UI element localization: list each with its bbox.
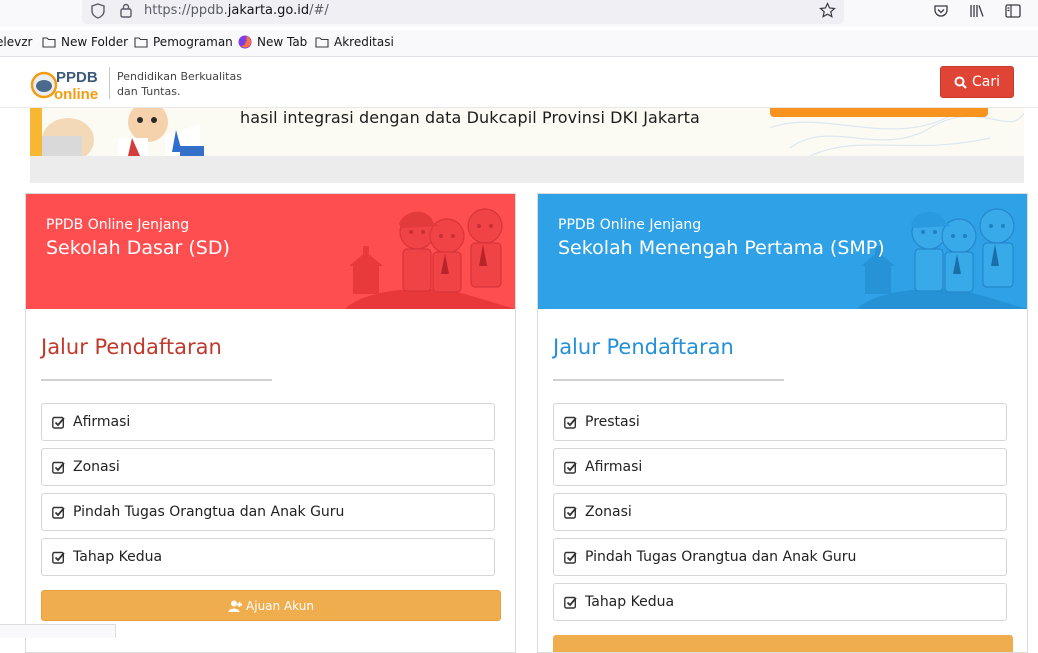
section-title: Jalur Pendaftaran: [41, 335, 222, 359]
library-icon[interactable]: [968, 2, 986, 20]
pocket-icon[interactable]: [932, 2, 950, 20]
banner-button[interactable]: [770, 108, 988, 117]
check-square-icon: [52, 416, 65, 429]
svg-text:PPDB: PPDB: [56, 69, 98, 86]
bookmark-folder[interactable]: Akreditasi: [315, 35, 394, 49]
list-item[interactable]: Pindah Tugas Orangtua dan Anak Guru: [553, 538, 1007, 576]
check-square-icon: [564, 461, 577, 474]
ppdb-online-logo[interactable]: PPDB online: [30, 64, 106, 104]
folder-icon: [134, 37, 148, 48]
tracking-shield-icon[interactable]: [91, 3, 105, 19]
site-header: PPDB online Pendidikan Berkualitas dan T…: [0, 58, 1038, 108]
bookmark-item[interactable]: elevzr: [0, 35, 32, 49]
bookmark-item[interactable]: New Tab: [238, 35, 307, 49]
smp-card: PPDB Online Jenjang Sekolah Menengah Per…: [537, 193, 1028, 653]
smp-card-header: PPDB Online Jenjang Sekolah Menengah Per…: [538, 194, 1027, 309]
info-banner: hasil integrasi dengan data Dukcapil Pro…: [30, 108, 1024, 156]
sidebar-icon[interactable]: [1004, 2, 1022, 20]
card-subtitle: PPDB Online Jenjang: [558, 217, 702, 233]
tagline: Pendidikan Berkualitas dan Tuntas.: [117, 70, 242, 98]
banner-text: hasil integrasi dengan data Dukcapil Pro…: [240, 108, 700, 127]
bookmark-folder[interactable]: Pemograman: [134, 35, 233, 49]
check-square-icon: [52, 551, 65, 564]
check-square-icon: [564, 551, 577, 564]
section-underline: [41, 379, 272, 381]
check-square-icon: [564, 506, 577, 519]
card-subtitle: PPDB Online Jenjang: [46, 217, 190, 233]
sd-card: PPDB Online Jenjang Sekolah Dasar (SD) J…: [25, 193, 516, 653]
section-divider: [30, 156, 1024, 183]
list-item[interactable]: Prestasi: [553, 403, 1007, 441]
add-user-icon: [228, 600, 243, 612]
bookmark-folder[interactable]: New Folder: [42, 35, 128, 49]
search-button[interactable]: Cari: [940, 66, 1014, 98]
registration-path-list: Afirmasi Zonasi Pindah Tugas Orangtua da…: [41, 403, 495, 583]
list-item[interactable]: Tahap Kedua: [553, 583, 1007, 621]
lock-icon[interactable]: [119, 2, 133, 18]
check-square-icon: [564, 416, 577, 429]
list-item[interactable]: Zonasi: [553, 493, 1007, 531]
tagline-divider: [109, 67, 110, 99]
browser-toolbar: https://ppdb.jakarta.go.id/#/: [0, 0, 1038, 27]
folder-icon: [42, 37, 56, 48]
card-title: Sekolah Dasar (SD): [46, 237, 230, 259]
folder-icon: [315, 37, 329, 48]
list-item[interactable]: Afirmasi: [41, 403, 495, 441]
address-bar[interactable]: https://ppdb.jakarta.go.id/#/: [82, 0, 844, 24]
svg-text:online: online: [54, 86, 98, 103]
registration-path-list: Prestasi Afirmasi Zonasi Pindah Tugas Or…: [553, 403, 1007, 628]
card-title: Sekolah Menengah Pertama (SMP): [558, 237, 885, 259]
check-square-icon: [52, 506, 65, 519]
check-square-icon: [52, 461, 65, 474]
section-underline: [553, 379, 784, 381]
firefox-icon: [238, 35, 252, 49]
section-title: Jalur Pendaftaran: [553, 335, 734, 359]
bookmark-star-icon[interactable]: [819, 2, 836, 19]
students-illustration: [345, 208, 515, 309]
url-text[interactable]: https://ppdb.jakarta.go.id/#/: [144, 3, 329, 18]
bookmarks-bar: elevzr New Folder Pemograman New Tab Akr…: [0, 30, 1038, 57]
check-square-icon: [564, 596, 577, 609]
list-item[interactable]: Pindah Tugas Orangtua dan Anak Guru: [41, 493, 495, 531]
ajuan-akun-button[interactable]: Ajuan Akun: [41, 590, 501, 621]
status-bar: [0, 624, 116, 638]
sd-card-header: PPDB Online Jenjang Sekolah Dasar (SD): [26, 194, 515, 309]
list-item[interactable]: Zonasi: [41, 448, 495, 486]
list-item[interactable]: Afirmasi: [553, 448, 1007, 486]
list-item[interactable]: Tahap Kedua: [41, 538, 495, 576]
search-icon: [954, 76, 967, 89]
